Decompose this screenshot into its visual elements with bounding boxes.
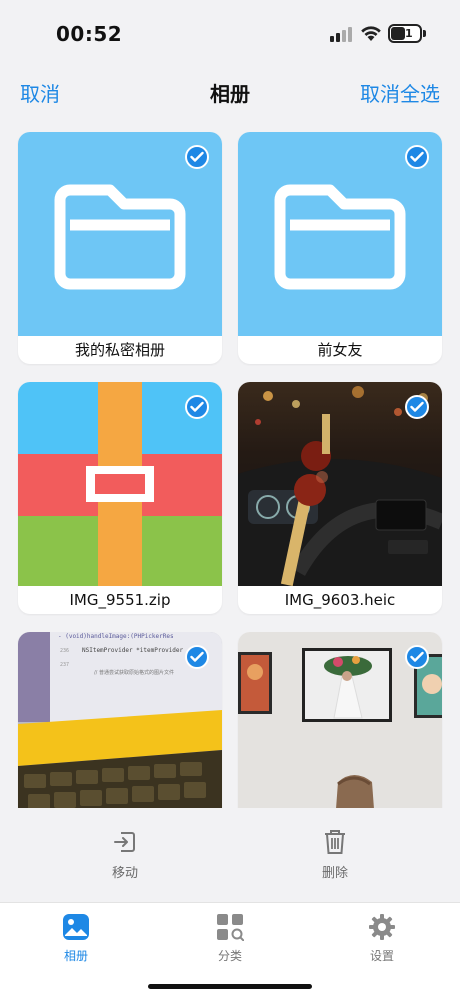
code-line: - (void)handleImage:(PHPickerRes — [58, 633, 174, 640]
item-name: 前女友 — [317, 341, 363, 359]
tab-category-label: 分类 — [217, 949, 242, 963]
tab-settings-label: 设置 — [369, 949, 394, 963]
tab-category[interactable]: 分类 — [190, 911, 270, 964]
gear-icon — [369, 914, 395, 940]
item-name: 我的私密相册 — [74, 341, 165, 359]
bottom-action-bar: 移动 删除 — [0, 808, 460, 902]
home-indicator — [148, 984, 312, 989]
grid-item[interactable]: 前女友 — [238, 132, 442, 364]
selected-check-icon[interactable] — [405, 145, 429, 169]
selected-check-icon[interactable] — [185, 145, 209, 169]
code-comment: // 普通尝试获取原始格式的图片文件 — [94, 669, 174, 676]
grid-item[interactable]: IMG_9603.heic — [238, 382, 442, 614]
delete-button[interactable]: 删除 — [295, 826, 375, 881]
grid-item[interactable]: IMG_9551.zip — [18, 382, 222, 614]
tab-settings[interactable]: 设置 — [342, 911, 422, 964]
move-button[interactable]: 移动 — [85, 826, 165, 881]
move-label: 移动 — [111, 866, 138, 881]
selected-check-icon[interactable] — [185, 395, 209, 419]
grid-item[interactable] — [238, 632, 442, 808]
tab-album-label: 相册 — [63, 949, 88, 963]
item-name: IMG_9551.zip — [69, 591, 171, 609]
code-line: NSItemProvider *itemProvider — [82, 647, 184, 654]
line-number: 236 — [60, 648, 69, 654]
grid-item[interactable]: 我的私密相册 — [18, 132, 222, 364]
line-number: 237 — [60, 662, 69, 668]
selected-check-icon[interactable] — [185, 645, 209, 669]
tab-album[interactable]: 相册 — [36, 911, 116, 964]
grid-item[interactable]: - (void)handleImage:(PHPickerRes NSItemP… — [18, 632, 222, 808]
move-icon — [114, 832, 135, 852]
category-grid-icon — [217, 914, 244, 941]
trash-icon — [325, 830, 345, 854]
album-icon — [63, 914, 89, 940]
album-grid: 我的私密相册 前女友 IMG_9551.zip IMG_9603.heic - … — [0, 0, 460, 808]
selected-check-icon[interactable] — [405, 395, 429, 419]
item-name: IMG_9603.heic — [284, 591, 396, 609]
delete-label: 删除 — [321, 866, 348, 881]
selected-check-icon[interactable] — [405, 645, 429, 669]
